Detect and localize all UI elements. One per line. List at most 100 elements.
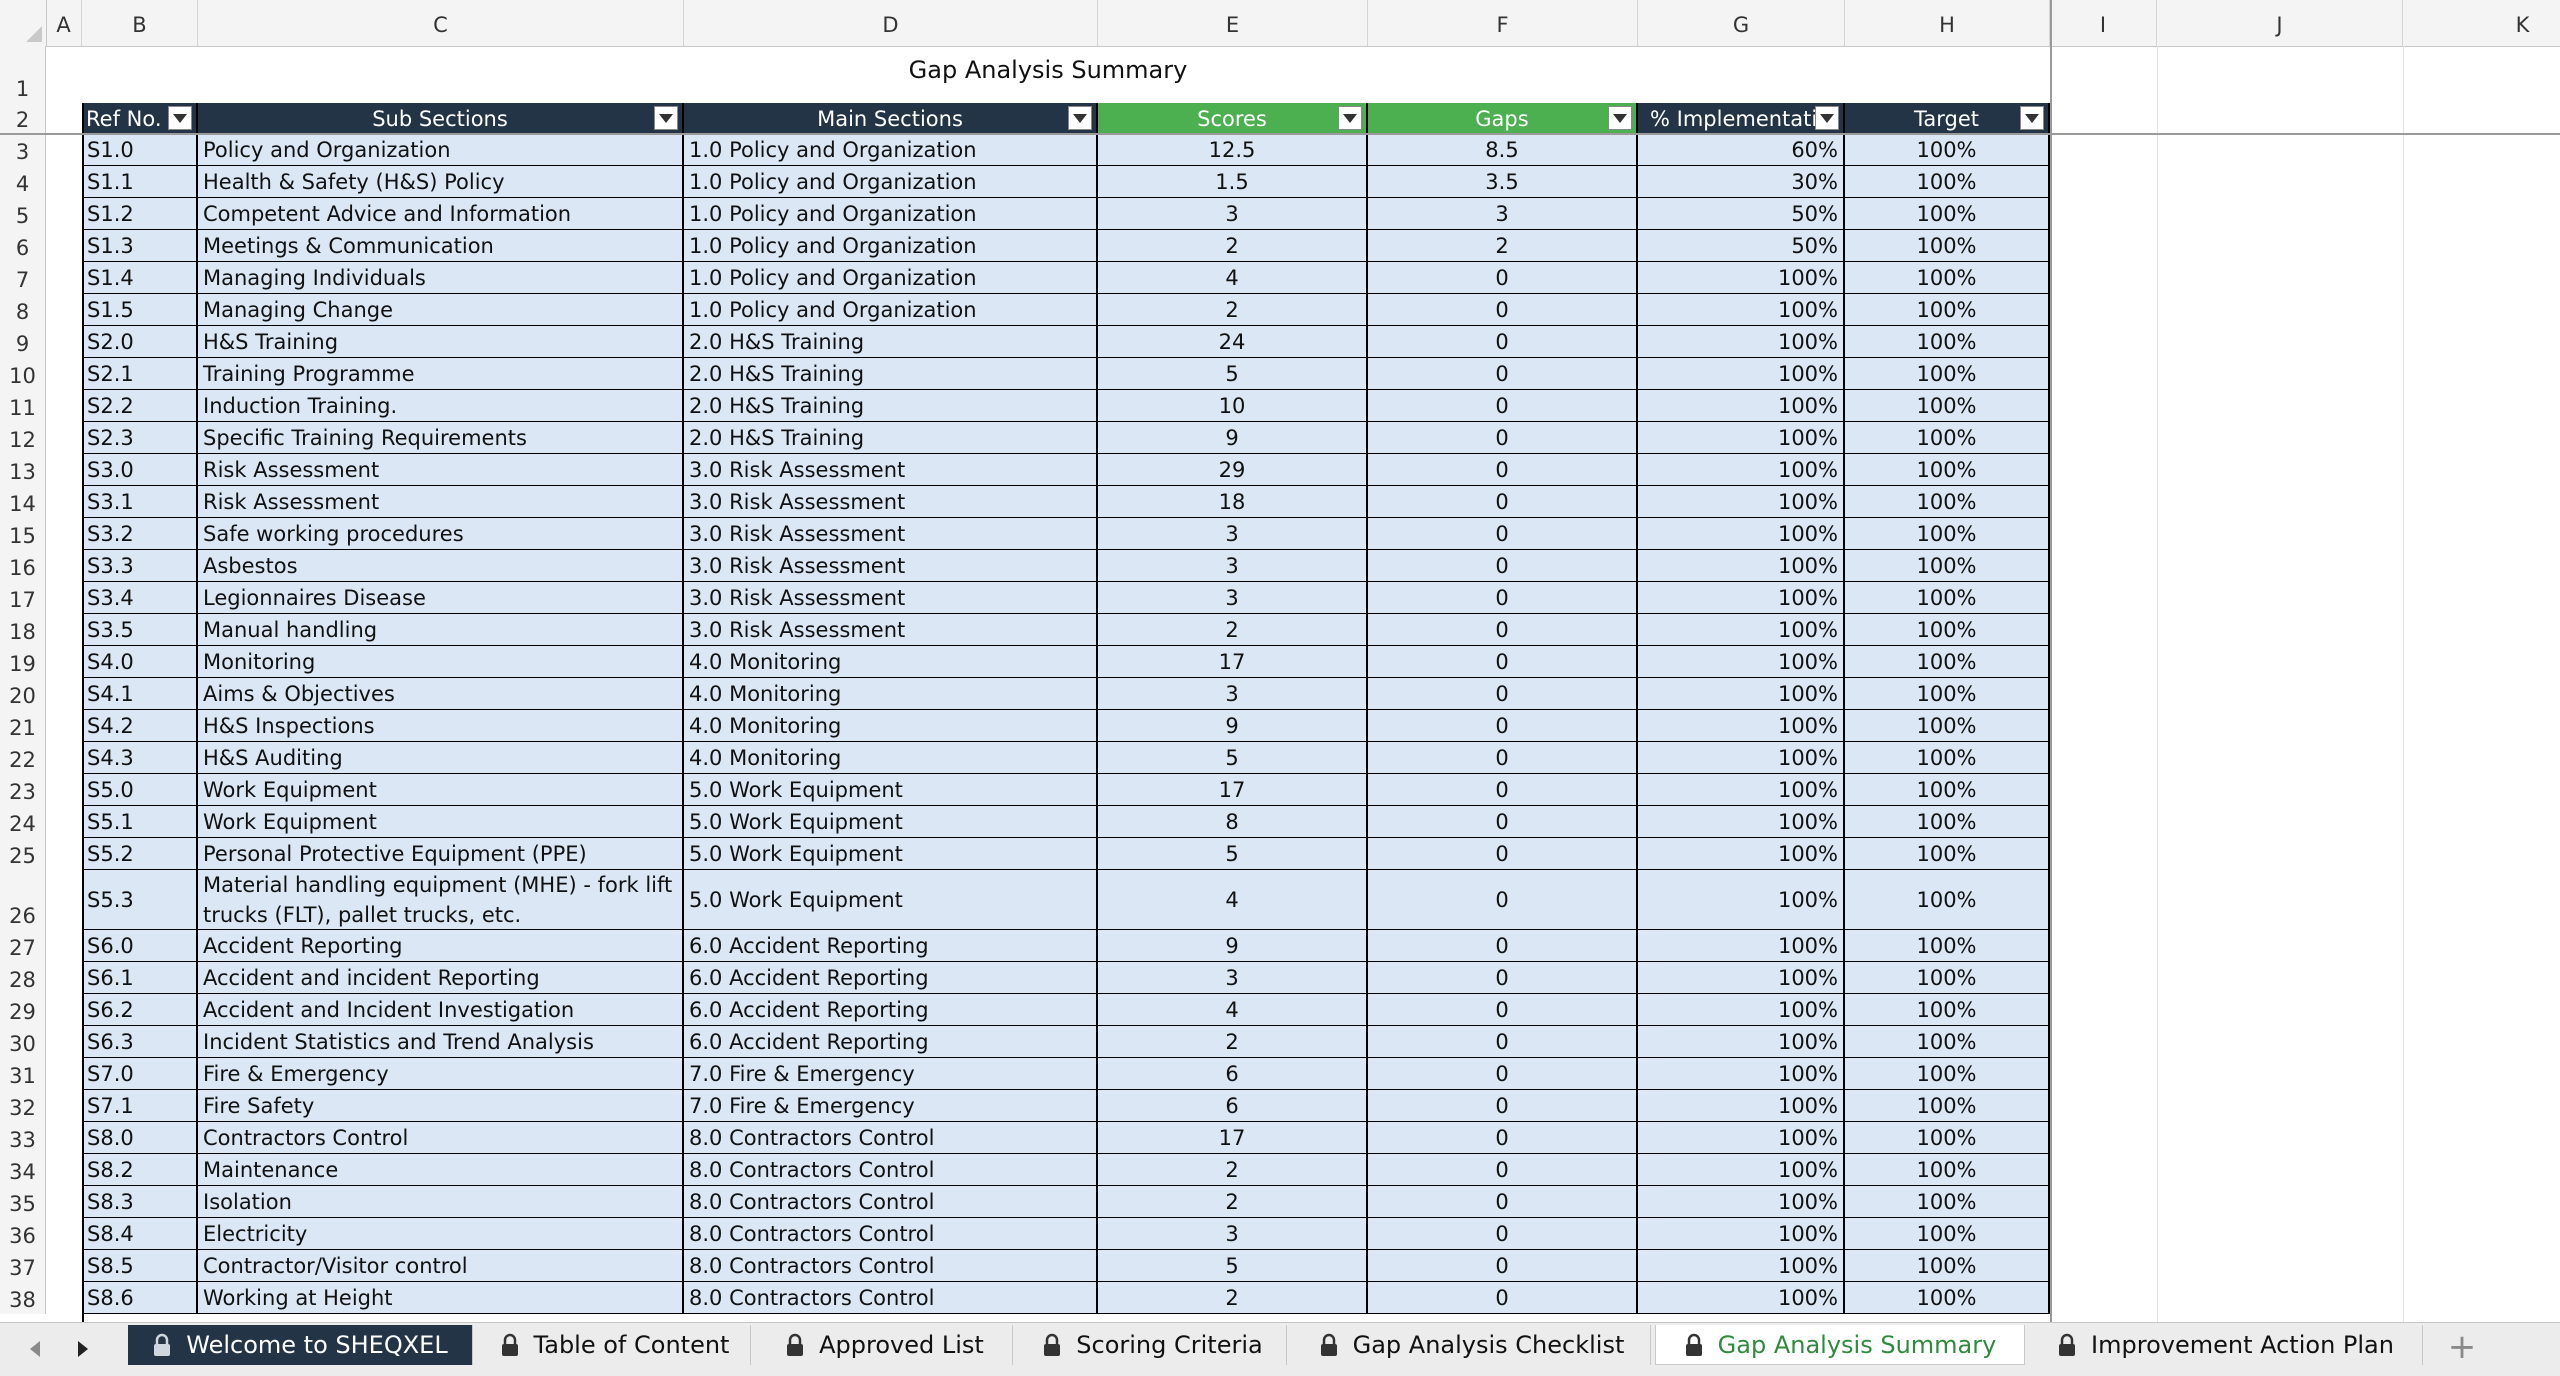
cell-scores[interactable]: 5 xyxy=(1098,742,1368,774)
cell-gaps[interactable]: 0 xyxy=(1368,358,1638,390)
cell-gaps[interactable]: 0 xyxy=(1368,486,1638,518)
cell-sub[interactable]: Competent Advice and Information xyxy=(198,198,684,230)
cell-target[interactable]: 100% xyxy=(1845,390,2050,422)
cell-target[interactable]: 100% xyxy=(1845,646,2050,678)
cell-sub[interactable]: H&S Inspections xyxy=(198,710,684,742)
sheet-tab-approved-list[interactable]: Approved List xyxy=(757,1325,1013,1365)
cell-sub[interactable]: Managing Individuals xyxy=(198,262,684,294)
cell-ref[interactable]: S6.0 xyxy=(82,930,198,962)
header-impl[interactable]: % Implementatio xyxy=(1638,103,1845,134)
row-header-6[interactable]: 6 xyxy=(0,230,46,262)
cell-scores[interactable]: 2 xyxy=(1098,230,1368,262)
filter-dropdown-icon[interactable] xyxy=(1338,106,1362,130)
row-header-12[interactable]: 12 xyxy=(0,422,46,454)
cell-ref[interactable]: S3.3 xyxy=(82,550,198,582)
cell-impl[interactable]: 100% xyxy=(1638,486,1845,518)
cell-gaps[interactable]: 0 xyxy=(1368,742,1638,774)
cell-gaps[interactable]: 0 xyxy=(1368,294,1638,326)
cell-main[interactable]: 1.0 Policy and Organization xyxy=(684,230,1098,262)
cell-sub[interactable]: Fire Safety xyxy=(198,1090,684,1122)
cell-impl[interactable]: 60% xyxy=(1638,134,1845,166)
cell-target[interactable]: 100% xyxy=(1845,1026,2050,1058)
cell-sub[interactable]: Risk Assessment xyxy=(198,486,684,518)
cell-gaps[interactable]: 0 xyxy=(1368,1218,1638,1250)
cell-target[interactable]: 100% xyxy=(1845,294,2050,326)
cell-scores[interactable]: 4 xyxy=(1098,870,1368,930)
cell-impl[interactable]: 100% xyxy=(1638,1186,1845,1218)
cell-sub[interactable]: Contractors Control xyxy=(198,1122,684,1154)
cell-main[interactable]: 4.0 Monitoring xyxy=(684,710,1098,742)
cell-sub[interactable]: Electricity xyxy=(198,1218,684,1250)
cell-impl[interactable]: 100% xyxy=(1638,994,1845,1026)
cell-main[interactable]: 6.0 Accident Reporting xyxy=(684,962,1098,994)
cell-impl[interactable]: 100% xyxy=(1638,1154,1845,1186)
sheet-tab-gap-analysis-checklist[interactable]: Gap Analysis Checklist xyxy=(1293,1325,1651,1365)
cell-scores[interactable]: 3 xyxy=(1098,962,1368,994)
row-header-32[interactable]: 32 xyxy=(0,1090,46,1122)
cell-impl[interactable]: 100% xyxy=(1638,358,1845,390)
cell-main[interactable]: 3.0 Risk Assessment xyxy=(684,454,1098,486)
sheet-tab-gap-analysis-summary[interactable]: Gap Analysis Summary xyxy=(1655,1325,2025,1365)
cell-main[interactable]: 2.0 H&S Training xyxy=(684,326,1098,358)
cell-impl[interactable]: 100% xyxy=(1638,550,1845,582)
cell-sub[interactable]: Accident Reporting xyxy=(198,930,684,962)
cell-ref[interactable]: S3.4 xyxy=(82,582,198,614)
cell-ref[interactable]: S5.3 xyxy=(82,870,198,930)
cell-main[interactable]: 2.0 H&S Training xyxy=(684,422,1098,454)
row-header-7[interactable]: 7 xyxy=(0,262,46,294)
cell-scores[interactable]: 3 xyxy=(1098,582,1368,614)
cell-ref[interactable]: S4.2 xyxy=(82,710,198,742)
cell-ref[interactable]: S1.5 xyxy=(82,294,198,326)
cell-scores[interactable]: 5 xyxy=(1098,838,1368,870)
cell-scores[interactable]: 29 xyxy=(1098,454,1368,486)
cell-impl[interactable]: 100% xyxy=(1638,1218,1845,1250)
row-header-11[interactable]: 11 xyxy=(0,390,46,422)
row-header-18[interactable]: 18 xyxy=(0,614,46,646)
cell-ref[interactable]: S2.1 xyxy=(82,358,198,390)
sheet-tab-improvement-action-plan[interactable]: Improvement Action Plan xyxy=(2029,1325,2423,1365)
cell-gaps[interactable]: 0 xyxy=(1368,678,1638,710)
cell-sub[interactable]: Policy and Organization xyxy=(198,134,684,166)
cell-scores[interactable]: 8 xyxy=(1098,806,1368,838)
row-header-14[interactable]: 14 xyxy=(0,486,46,518)
cell-gaps[interactable]: 0 xyxy=(1368,1122,1638,1154)
cell-main[interactable]: 8.0 Contractors Control xyxy=(684,1154,1098,1186)
cell-ref[interactable]: S5.0 xyxy=(82,774,198,806)
cell-ref[interactable]: S3.1 xyxy=(82,486,198,518)
row-header-1[interactable]: 1 xyxy=(0,46,46,103)
cell-sub[interactable]: Training Programme xyxy=(198,358,684,390)
row-header-34[interactable]: 34 xyxy=(0,1154,46,1186)
cell-ref[interactable]: S6.1 xyxy=(82,962,198,994)
cell-gaps[interactable]: 0 xyxy=(1368,806,1638,838)
filter-dropdown-icon[interactable] xyxy=(168,106,192,130)
scroll-tabs-left-icon[interactable] xyxy=(24,1337,48,1361)
row-header-8[interactable]: 8 xyxy=(0,294,46,326)
cell-gaps[interactable]: 0 xyxy=(1368,1250,1638,1282)
cell-target[interactable]: 100% xyxy=(1845,518,2050,550)
cell-scores[interactable]: 10 xyxy=(1098,390,1368,422)
cell-main[interactable]: 6.0 Accident Reporting xyxy=(684,930,1098,962)
sheet-tab-scoring-criteria[interactable]: Scoring Criteria xyxy=(1019,1325,1287,1365)
column-header-a[interactable]: A xyxy=(46,0,82,46)
cell-main[interactable]: 1.0 Policy and Organization xyxy=(684,262,1098,294)
cell-scores[interactable]: 2 xyxy=(1098,1154,1368,1186)
cell-main[interactable]: 2.0 H&S Training xyxy=(684,358,1098,390)
cell-impl[interactable]: 100% xyxy=(1638,930,1845,962)
column-header-f[interactable]: F xyxy=(1368,0,1638,46)
cell-ref[interactable]: S1.4 xyxy=(82,262,198,294)
column-header-d[interactable]: D xyxy=(684,0,1098,46)
cell-target[interactable]: 100% xyxy=(1845,742,2050,774)
cell-sub[interactable]: Induction Training. xyxy=(198,390,684,422)
cell-ref[interactable]: S4.3 xyxy=(82,742,198,774)
cell-scores[interactable]: 2 xyxy=(1098,1026,1368,1058)
sheet-tab-table-of-content[interactable]: Table of Content xyxy=(479,1325,751,1365)
row-header-24[interactable]: 24 xyxy=(0,806,46,838)
cell-ref[interactable]: S8.5 xyxy=(82,1250,198,1282)
cell-target[interactable]: 100% xyxy=(1845,838,2050,870)
cell-target[interactable]: 100% xyxy=(1845,1218,2050,1250)
cell-scores[interactable]: 9 xyxy=(1098,930,1368,962)
cell-main[interactable]: 7.0 Fire & Emergency xyxy=(684,1058,1098,1090)
cell-target[interactable]: 100% xyxy=(1845,262,2050,294)
cell-main[interactable]: 5.0 Work Equipment xyxy=(684,806,1098,838)
cell-gaps[interactable]: 0 xyxy=(1368,454,1638,486)
